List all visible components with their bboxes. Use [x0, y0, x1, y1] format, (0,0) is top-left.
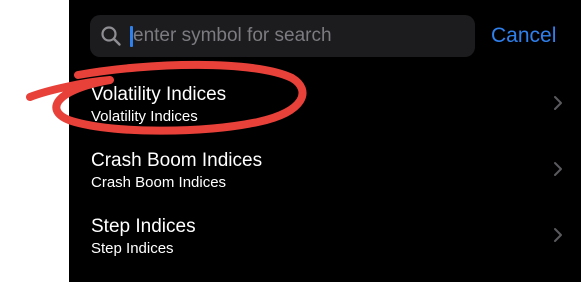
list-item-crash-boom-indices[interactable]: Crash Boom Indices Crash Boom Indices: [69, 150, 581, 216]
search-input[interactable]: enter symbol for search: [90, 15, 475, 57]
search-icon: [101, 26, 121, 46]
chevron-right-icon: [554, 96, 562, 110]
list-item-subtitle: Step Indices: [91, 240, 174, 257]
chevron-right-icon: [554, 228, 562, 242]
app-screen: enter symbol for search Cancel Volatilit…: [69, 0, 581, 282]
list-item-title: Step Indices: [91, 216, 196, 237]
list-item-volatility-indices[interactable]: Volatility Indices Volatility Indices: [69, 84, 581, 150]
list-item-title: Volatility Indices: [91, 84, 227, 105]
chevron-right-icon: [554, 162, 562, 176]
search-placeholder[interactable]: enter symbol for search: [133, 15, 332, 57]
list-item-subtitle: Volatility Indices: [91, 108, 198, 125]
cancel-button[interactable]: Cancel: [491, 15, 556, 57]
list-item-title: Crash Boom Indices: [91, 150, 263, 171]
list-item-subtitle: Crash Boom Indices: [91, 174, 227, 191]
list-item-step-indices[interactable]: Step Indices Step Indices: [69, 216, 581, 282]
